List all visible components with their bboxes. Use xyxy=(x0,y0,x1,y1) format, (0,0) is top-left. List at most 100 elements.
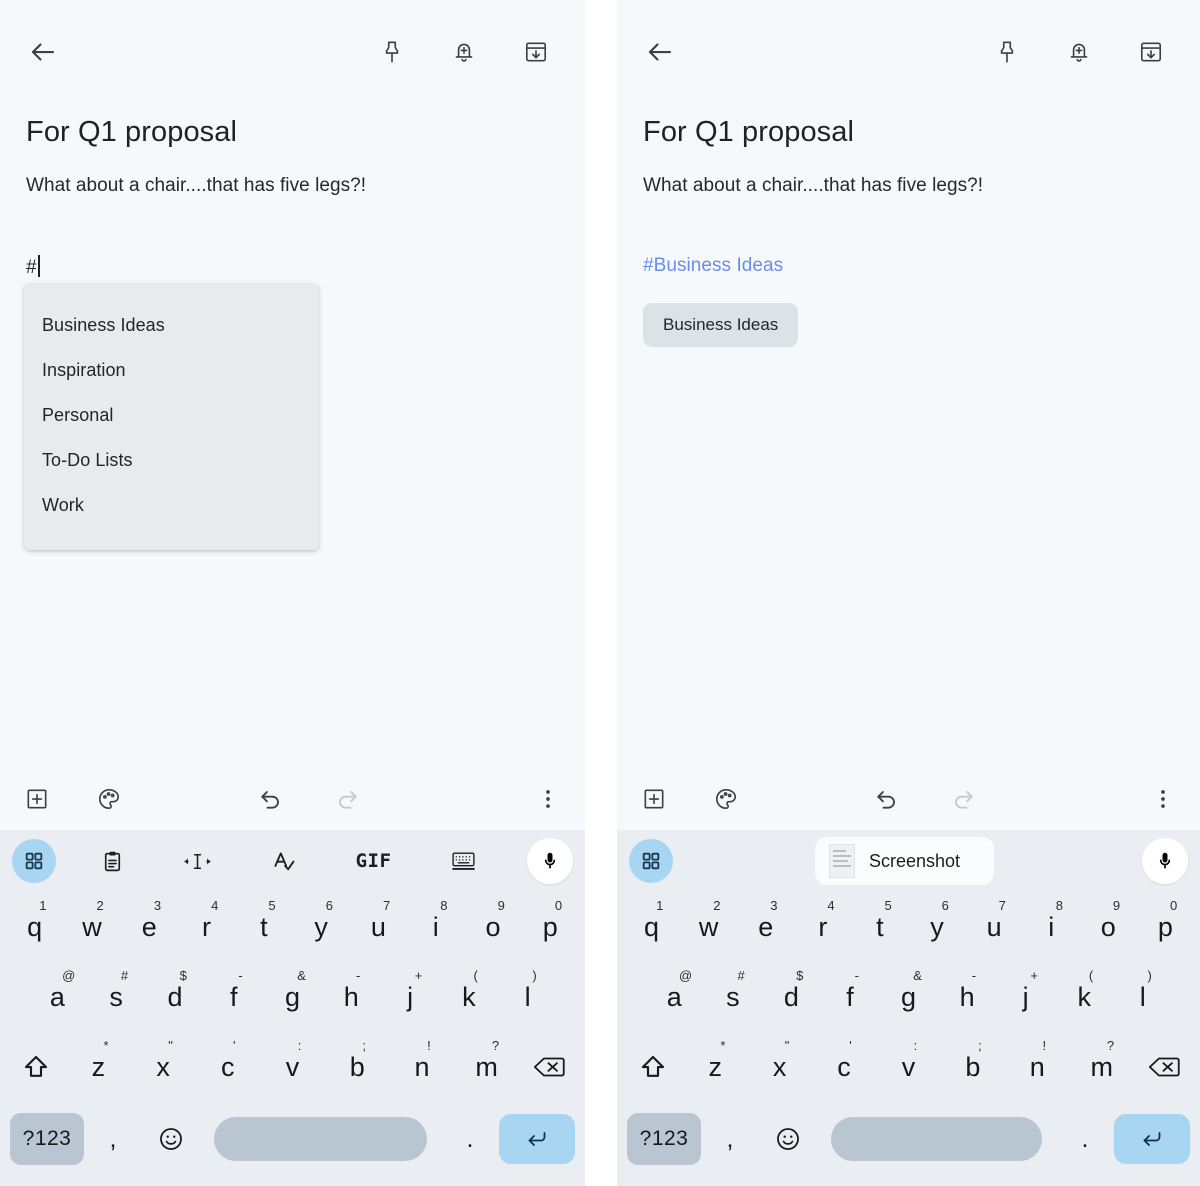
note-body-left[interactable]: What about a chair....that has five legs… xyxy=(26,150,559,200)
key-period[interactable]: . xyxy=(441,1125,499,1154)
note-label-link[interactable]: #Business Ideas xyxy=(643,200,1174,277)
label-suggestion-dropdown[interactable]: Business Ideas Inspiration Personal To-D… xyxy=(24,283,319,550)
key-h[interactable]: -h xyxy=(938,966,997,1028)
keyboard-settings-icon[interactable] xyxy=(450,841,477,881)
note-title-right[interactable]: For Q1 proposal xyxy=(643,98,1174,150)
key-d[interactable]: $ d xyxy=(146,966,205,1028)
redo-icon[interactable] xyxy=(330,782,364,816)
hashtag-input[interactable]: # xyxy=(26,200,559,278)
microphone-button[interactable] xyxy=(527,838,573,884)
more-options-icon[interactable] xyxy=(1146,782,1180,816)
back-arrow-icon[interactable] xyxy=(26,35,60,69)
key-v[interactable]: :v xyxy=(876,1036,940,1098)
key-f[interactable]: -f xyxy=(821,966,880,1028)
key-s[interactable]: # s xyxy=(704,966,763,1028)
key-g[interactable]: & g xyxy=(263,966,322,1028)
key-o[interactable]: 9o xyxy=(1080,896,1137,958)
reminder-bell-icon[interactable] xyxy=(1062,35,1096,69)
key-comma[interactable]: , xyxy=(701,1125,759,1154)
key-o[interactable]: 9o xyxy=(464,896,521,958)
key-backspace[interactable] xyxy=(1134,1036,1194,1098)
key-j[interactable]: + j xyxy=(996,966,1055,1028)
key-m[interactable]: ? m xyxy=(454,1036,519,1098)
key-a[interactable]: @ a xyxy=(28,966,87,1028)
key-u[interactable]: 7u xyxy=(966,896,1023,958)
screenshot-chip-inner[interactable]: Screenshot xyxy=(814,837,995,885)
key-k[interactable]: (k xyxy=(439,966,498,1028)
key-q[interactable]: 1q xyxy=(623,896,680,958)
key-symbols[interactable]: ?123 xyxy=(10,1113,84,1165)
key-z[interactable]: * z xyxy=(683,1036,747,1098)
key-l[interactable]: ) l xyxy=(1114,966,1173,1028)
key-b[interactable]: ; b xyxy=(941,1036,1005,1098)
note-title-left[interactable]: For Q1 proposal xyxy=(26,98,559,150)
key-space[interactable] xyxy=(214,1117,427,1161)
more-options-icon[interactable] xyxy=(531,782,565,816)
key-comma[interactable]: , xyxy=(84,1125,142,1154)
pin-icon[interactable] xyxy=(375,35,409,69)
key-r[interactable]: 4r xyxy=(794,896,851,958)
key-period[interactable]: . xyxy=(1056,1125,1114,1154)
text-cursor-icon[interactable] xyxy=(183,841,211,881)
note-body-right[interactable]: What about a chair....that has five legs… xyxy=(643,150,1174,200)
key-f[interactable]: -f xyxy=(204,966,263,1028)
key-c[interactable]: ' c xyxy=(195,1036,260,1098)
key-v[interactable]: :v xyxy=(260,1036,325,1098)
archive-icon[interactable] xyxy=(1134,35,1168,69)
key-shift[interactable] xyxy=(623,1036,683,1098)
key-i[interactable]: 8i xyxy=(407,896,464,958)
key-c[interactable]: ' c xyxy=(812,1036,876,1098)
emoji-icon[interactable] xyxy=(142,1125,200,1153)
dropdown-item-inspiration[interactable]: Inspiration xyxy=(24,348,319,393)
dropdown-item-work[interactable]: Work xyxy=(24,483,319,528)
key-y[interactable]: 6y xyxy=(292,896,349,958)
gif-icon[interactable]: GIF xyxy=(356,841,392,881)
redo-icon[interactable] xyxy=(946,782,980,816)
key-h[interactable]: -h xyxy=(322,966,381,1028)
pin-icon[interactable] xyxy=(990,35,1024,69)
key-w[interactable]: 2w xyxy=(63,896,120,958)
key-a[interactable]: @ a xyxy=(645,966,704,1028)
screenshot-suggestion-chip[interactable]: Screenshot xyxy=(673,837,1136,885)
key-t[interactable]: 5t xyxy=(235,896,292,958)
key-u[interactable]: 7u xyxy=(350,896,407,958)
dropdown-item-to-do-lists[interactable]: To-Do Lists xyxy=(24,438,319,483)
key-shift[interactable] xyxy=(6,1036,66,1098)
key-i[interactable]: 8i xyxy=(1023,896,1080,958)
add-box-icon[interactable] xyxy=(637,782,671,816)
key-k[interactable]: (k xyxy=(1055,966,1114,1028)
key-symbols[interactable]: ?123 xyxy=(627,1113,701,1165)
key-z[interactable]: * z xyxy=(66,1036,131,1098)
microphone-button[interactable] xyxy=(1142,838,1188,884)
key-n[interactable]: ! n xyxy=(1005,1036,1069,1098)
key-x[interactable]: " x xyxy=(131,1036,196,1098)
key-backspace[interactable] xyxy=(519,1036,579,1098)
key-t[interactable]: 5t xyxy=(851,896,908,958)
spellcheck-icon[interactable] xyxy=(270,841,297,881)
key-p[interactable]: 0p xyxy=(522,896,579,958)
key-r[interactable]: 4r xyxy=(178,896,235,958)
key-e[interactable]: 3e xyxy=(121,896,178,958)
key-w[interactable]: 2w xyxy=(680,896,737,958)
clipboard-icon[interactable] xyxy=(100,841,125,881)
key-n[interactable]: ! n xyxy=(390,1036,455,1098)
back-arrow-icon[interactable] xyxy=(643,35,677,69)
key-p[interactable]: 0p xyxy=(1137,896,1194,958)
key-e[interactable]: 3e xyxy=(737,896,794,958)
key-g[interactable]: & g xyxy=(879,966,938,1028)
apps-grid-button[interactable] xyxy=(629,839,673,883)
key-d[interactable]: $ d xyxy=(762,966,821,1028)
key-m[interactable]: ? m xyxy=(1070,1036,1134,1098)
emoji-icon[interactable] xyxy=(759,1125,817,1153)
key-enter[interactable] xyxy=(499,1114,575,1164)
key-s[interactable]: # s xyxy=(87,966,146,1028)
key-j[interactable]: + j xyxy=(381,966,440,1028)
key-y[interactable]: 6y xyxy=(908,896,965,958)
key-b[interactable]: ; b xyxy=(325,1036,390,1098)
key-enter[interactable] xyxy=(1114,1114,1190,1164)
reminder-bell-icon[interactable] xyxy=(447,35,481,69)
apps-grid-button[interactable] xyxy=(12,839,56,883)
label-chip-business-ideas[interactable]: Business Ideas xyxy=(643,302,799,347)
archive-icon[interactable] xyxy=(519,35,553,69)
dropdown-item-business-ideas[interactable]: Business Ideas xyxy=(24,303,319,348)
